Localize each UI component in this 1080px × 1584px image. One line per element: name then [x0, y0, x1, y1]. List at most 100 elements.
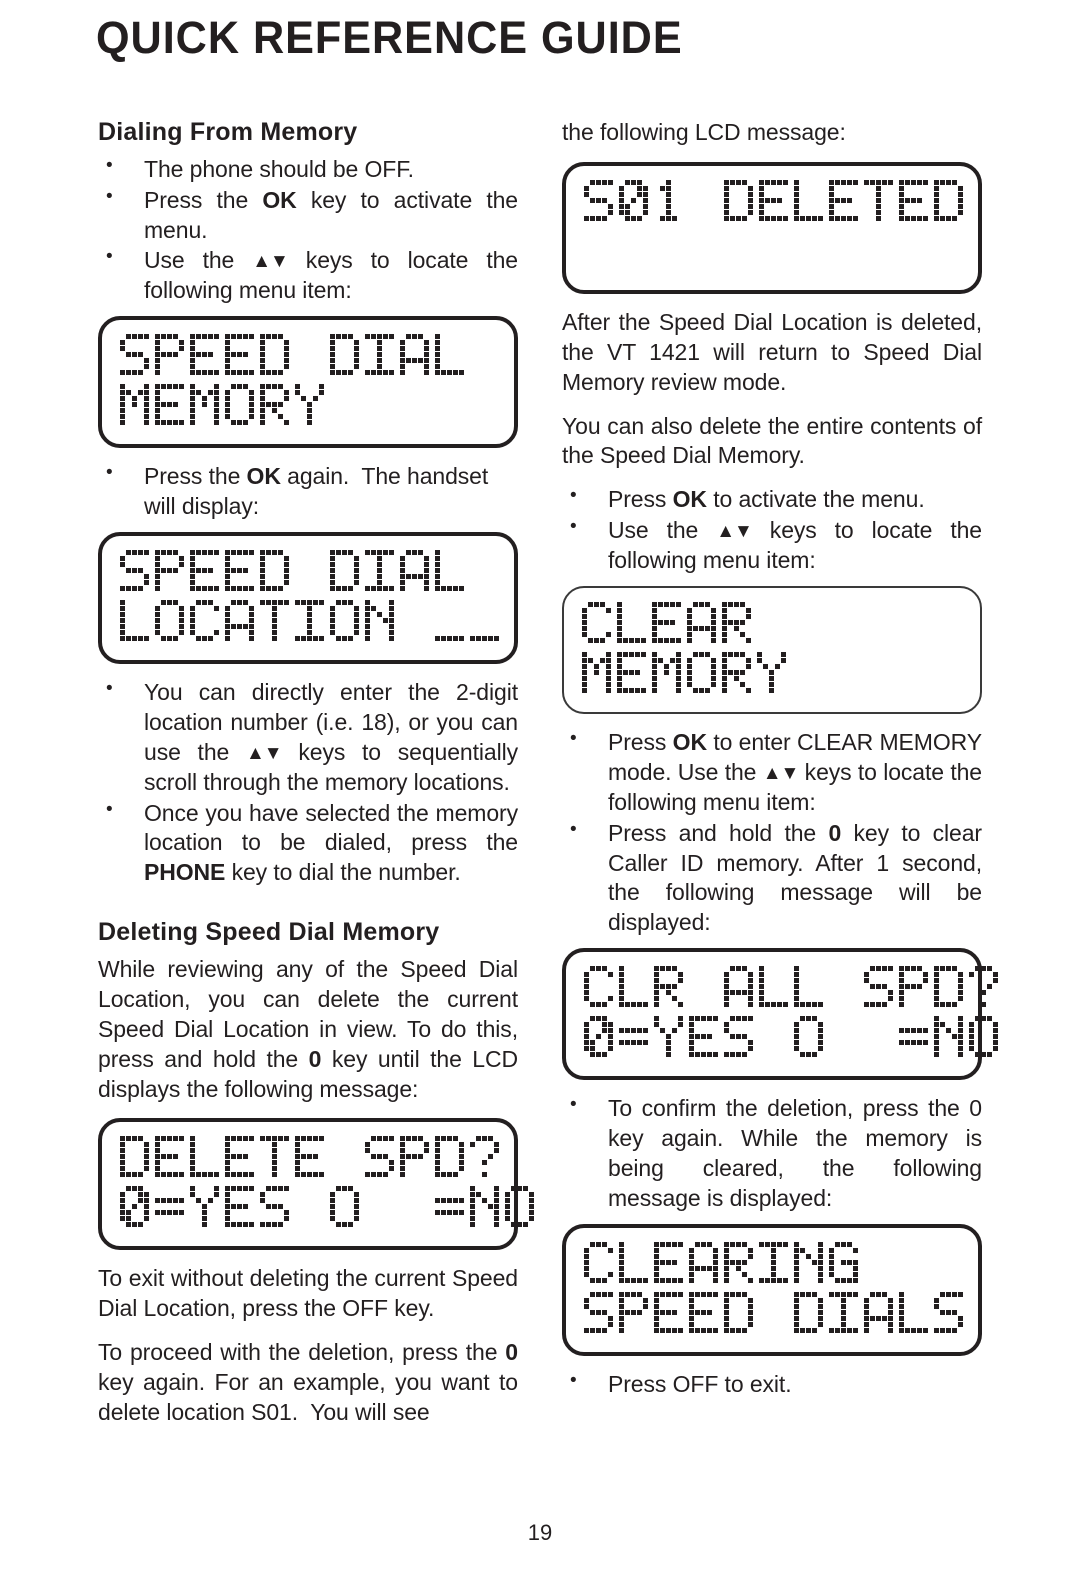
- lcd-character: [687, 652, 722, 698]
- heading-dialing-from-memory: Dialing From Memory: [98, 118, 358, 146]
- list-item: To confirm the deletion, press the 0 key…: [562, 1093, 982, 1214]
- lcd-character: [260, 384, 295, 430]
- lcd-character: [155, 334, 190, 380]
- lcd-character: [120, 599, 155, 646]
- lcd-character: [155, 599, 190, 646]
- lcd-character: [794, 179, 829, 226]
- lcd-character: [330, 1186, 365, 1232]
- heading-deleting-speed-dial-memory: Deleting Speed Dial Memory: [98, 918, 440, 947]
- lcd-character: [260, 1136, 295, 1182]
- page-header: QUICK REFERENCE GUIDE: [96, 12, 996, 63]
- up-down-arrow-icon: ▲▼: [245, 742, 283, 764]
- press-off-list: Press OFF to exit.: [562, 1369, 982, 1400]
- lcd-character: [470, 1186, 505, 1232]
- lcd-character: [365, 1186, 400, 1232]
- paragraph-while-reviewing: While reviewing any of the Speed Dial Lo…: [98, 955, 518, 1102]
- lcd-character: [934, 1291, 969, 1338]
- lcd-character: [260, 1186, 295, 1232]
- lcd-character: [794, 966, 829, 1012]
- lcd-clearing-speed-dials: [562, 1223, 982, 1356]
- dialing-steps-list: The phone should be OFF. Press the OK ke…: [98, 154, 518, 306]
- lcd-line-2: [582, 652, 792, 698]
- lcd-character: [689, 966, 724, 1012]
- lcd-character: [330, 599, 365, 646]
- lcd-character: [652, 602, 687, 648]
- right-column: the following LCD message: After the Spe…: [562, 118, 998, 1442]
- lcd-line-1: [120, 1136, 505, 1182]
- lcd-character: [505, 1186, 540, 1232]
- lcd-character: [934, 179, 969, 226]
- lcd-character: [582, 602, 617, 648]
- lcd-character: [654, 1291, 689, 1338]
- lcd-speed-dial-location: [98, 531, 518, 664]
- lcd-line-2: [120, 384, 330, 430]
- lcd-character: [260, 599, 295, 646]
- lcd-character: [829, 1016, 864, 1062]
- lcd-character: [190, 599, 225, 646]
- lcd-line-2: [584, 1291, 969, 1338]
- lcd-character: [689, 180, 724, 226]
- location-entry-list: You can directly enter the 2-digit locat…: [98, 677, 518, 888]
- lcd-character: [365, 549, 400, 596]
- clear-memory-steps-list: Press OK to activate the menu. Use the ▲…: [562, 484, 982, 576]
- lcd-character: [190, 334, 225, 380]
- lcd-character: [295, 550, 330, 596]
- lcd-character: [619, 1291, 654, 1338]
- lcd-character: [759, 179, 794, 226]
- lcd-character: [689, 1016, 724, 1062]
- lcd-character: [190, 1136, 225, 1182]
- lcd-line-2: [120, 599, 505, 646]
- lcd-character: [584, 179, 619, 226]
- lcd-character: [687, 602, 722, 648]
- lcd-line-1: [120, 334, 470, 380]
- lcd-character: [689, 1291, 724, 1338]
- lcd-line-2: [120, 1186, 540, 1232]
- lcd-character: [260, 549, 295, 596]
- list-item: Press the OK again. The handset will dis…: [98, 461, 518, 522]
- lcd-character: [652, 652, 687, 698]
- lcd-character: [794, 1016, 829, 1062]
- page-number: 19: [527, 1520, 553, 1545]
- lcd-character: [724, 179, 759, 226]
- lcd-character: [864, 179, 899, 226]
- lcd-s01-deleted: [562, 161, 982, 294]
- lcd-character: [654, 1241, 689, 1288]
- lcd-character: [794, 1291, 829, 1338]
- lcd-character: [365, 1136, 400, 1182]
- lcd-character: [829, 1291, 864, 1338]
- press-ok-again-list: Press the OK again. The handset will dis…: [98, 461, 518, 522]
- lcd-character: [584, 1016, 619, 1062]
- list-item: Use the ▲▼ keys to locate the following …: [98, 245, 518, 306]
- lcd-character: [120, 1186, 155, 1232]
- list-item: Use the ▲▼ keys to locate the following …: [562, 515, 982, 576]
- lcd-character: [225, 1186, 260, 1232]
- lcd-character: [794, 1241, 829, 1288]
- lcd-character: [829, 1241, 864, 1288]
- quick-reference-guide-page: QUICK REFERENCE GUIDE Dialing From Memor…: [0, 0, 1080, 1584]
- lcd-character: [225, 549, 260, 596]
- lcd-line-1: [584, 1241, 864, 1288]
- lcd-character: [190, 384, 225, 430]
- list-item: The phone should be OFF.: [98, 154, 518, 185]
- lcd-character: [722, 602, 757, 648]
- lcd-character: [295, 1186, 330, 1232]
- lcd-character: [120, 334, 155, 380]
- bullet-text-phone-off: The phone should be OFF.: [144, 155, 414, 182]
- lcd-character: [435, 1186, 470, 1232]
- lcd-character: [969, 1016, 1004, 1062]
- lcd-character: [120, 1136, 155, 1182]
- lcd-character: [969, 966, 1004, 1012]
- lcd-character: [724, 966, 759, 1012]
- lcd-character: [225, 599, 260, 646]
- up-down-arrow-icon: ▲▼: [716, 521, 753, 543]
- lcd-character: [582, 652, 617, 698]
- list-item: Press the OK key to activate the menu.: [98, 185, 518, 246]
- paragraph-after-deleted: After the Speed Dial Location is deleted…: [562, 308, 982, 395]
- lcd-character: [365, 334, 400, 380]
- lcd-character: [225, 1136, 260, 1182]
- left-column: Dialing From Memory The phone should be …: [98, 118, 534, 1442]
- lcd-character: [759, 1016, 794, 1062]
- lcd-line-1: [584, 179, 969, 226]
- page-title: QUICK REFERENCE GUIDE: [96, 12, 683, 63]
- lcd-character: [724, 1241, 759, 1288]
